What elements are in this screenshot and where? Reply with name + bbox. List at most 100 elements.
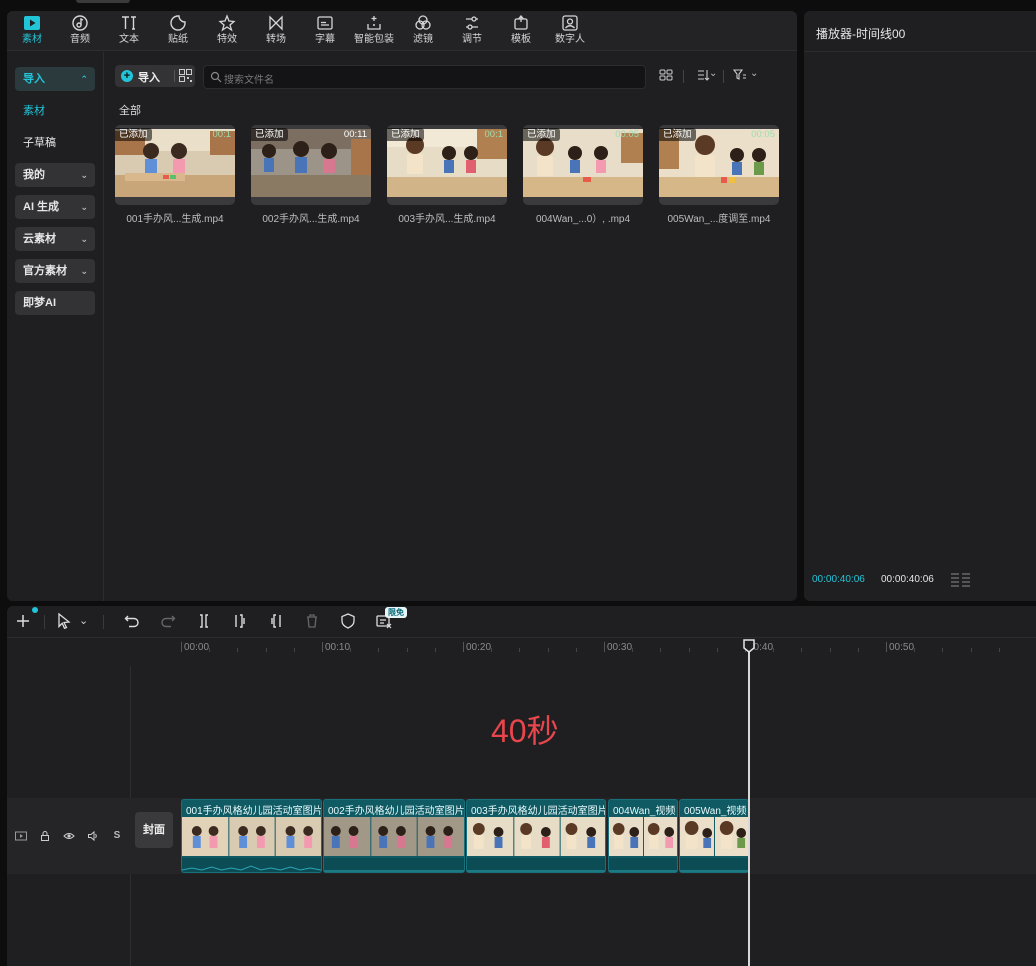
grid-view-icon xyxy=(659,69,673,81)
media-clip[interactable]: 已添加 00:11 002手办风...生成.mp4 xyxy=(251,125,371,225)
trim-left-button[interactable] xyxy=(231,612,251,632)
time-ruler[interactable]: 00:00 00:10 00:20 00:30 00:40 00:50 xyxy=(179,638,1036,662)
search-icon xyxy=(210,71,222,83)
transition-icon xyxy=(251,14,301,32)
sidebar-item-jimeng-ai[interactable]: 即梦AI xyxy=(15,291,95,315)
shield-icon xyxy=(341,613,355,629)
added-badge: 已添加 xyxy=(115,128,152,141)
media-clip[interactable]: 已添加 00:1 001手办风...生成.mp4 xyxy=(115,125,235,225)
media-clip[interactable]: 已添加 00:1 003手办风...生成.mp4 xyxy=(387,125,507,225)
ruler-tick xyxy=(604,642,605,652)
tool-caption[interactable]: 字幕 xyxy=(300,14,350,48)
tool-template[interactable]: 模板 xyxy=(496,14,546,48)
sidebar-item-cloud[interactable]: 云素材 ⌄ xyxy=(15,227,95,251)
tool-effects[interactable]: 特效 xyxy=(202,14,252,48)
sidebar-item-material[interactable]: 素材 xyxy=(15,99,95,123)
clip-duration: 00:1 xyxy=(212,129,232,140)
timeline-clip[interactable]: 003手办风格幼儿园活动室图片 xyxy=(466,799,606,873)
delete-button[interactable] xyxy=(303,612,323,632)
ruler-minor-tick xyxy=(519,648,521,652)
trim-left-icon xyxy=(235,614,245,628)
select-tool-button[interactable] xyxy=(55,612,75,632)
sidebar-item-subdraft[interactable]: 子草稿 xyxy=(15,131,95,155)
filter-icon xyxy=(398,14,448,32)
timeline-panel: ⌄ 限免 00:00 00:10 00:20 00:30 00:40 00:50 40秒 xyxy=(7,606,1036,966)
split-button[interactable] xyxy=(195,612,215,632)
clip-thumbnail[interactable]: 已添加 00:1 xyxy=(115,125,235,205)
sort-button[interactable]: ⌄ xyxy=(692,68,717,84)
tool-text[interactable]: 文本 xyxy=(104,14,154,48)
volume-icon[interactable] xyxy=(87,830,99,842)
sidebar-item-import[interactable]: 导入 ⌃ xyxy=(15,67,95,91)
solo-icon[interactable]: S xyxy=(111,830,123,842)
tab-hint[interactable] xyxy=(76,0,130,3)
chevron-up-icon: ⌃ xyxy=(80,74,88,84)
clip-duration: 00:05 xyxy=(751,129,775,140)
qr-code-icon[interactable] xyxy=(179,69,192,82)
clip-thumbnail[interactable]: 已添加 00:05 xyxy=(659,125,779,205)
clip-filmstrip xyxy=(324,817,464,856)
media-icon xyxy=(7,14,57,32)
undo-icon xyxy=(124,615,139,628)
trim-right-button[interactable] xyxy=(267,612,287,632)
timeline-clip[interactable]: 005Wan_视频 xyxy=(679,799,749,873)
tool-audio[interactable]: 音频 xyxy=(55,14,105,48)
ruler-minor-tick xyxy=(293,648,295,652)
tool-adjust[interactable]: 调节 xyxy=(447,14,497,48)
divider xyxy=(44,615,45,629)
sidebar-item-official[interactable]: 官方素材 ⌄ xyxy=(15,259,95,283)
import-button[interactable]: + 导入 xyxy=(115,65,195,87)
audio-waveform xyxy=(182,858,321,872)
tool-filter[interactable]: 滤镜 xyxy=(398,14,448,48)
divider xyxy=(804,51,1036,52)
chevron-down-icon: ⌄ xyxy=(80,170,88,180)
timeline-clip[interactable]: 002手办风格幼儿园活动室图片 xyxy=(323,799,465,873)
timeline-clip[interactable]: 001手办风格幼儿园活动室图片 xyxy=(181,799,322,873)
playhead[interactable] xyxy=(748,646,750,966)
ruler-tick xyxy=(322,642,323,652)
ruler-label: 00:20 xyxy=(466,642,492,653)
waveform-icon[interactable] xyxy=(950,571,972,589)
split-icon xyxy=(200,614,208,628)
media-panel: 素材 音频 文本 贴纸 特效 转场 字幕 智能包装 滤镜 调节 模板 数字人 导… xyxy=(7,11,797,601)
playhead-handle[interactable] xyxy=(743,639,755,653)
filter-button[interactable]: ⌄ xyxy=(732,68,758,84)
lock-icon[interactable] xyxy=(39,830,51,842)
ruler-minor-tick xyxy=(914,648,916,652)
tool-transition[interactable]: 转场 xyxy=(251,14,301,48)
audio-waveform xyxy=(467,858,605,872)
sidebar-item-ai-generate[interactable]: AI 生成 ⌄ xyxy=(15,195,95,219)
clip-thumbnail[interactable]: 已添加 00:11 xyxy=(251,125,371,205)
player-panel: 播放器-时间线00 00:00:40:06 00:00:40:06 xyxy=(804,11,1036,601)
tool-smart-pack[interactable]: 智能包装 xyxy=(349,14,399,48)
ruler-label: 00:00 xyxy=(184,642,210,653)
adjust-icon xyxy=(447,14,497,32)
funnel-icon xyxy=(732,69,746,80)
tool-sticker[interactable]: 贴纸 xyxy=(153,14,203,48)
ruler-minor-tick xyxy=(857,648,859,652)
media-clip[interactable]: 已添加 00:05 005Wan_...度调至.mp4 xyxy=(659,125,779,225)
tool-media[interactable]: 素材 xyxy=(7,14,57,48)
chevron-down-icon[interactable]: ⌄ xyxy=(79,614,99,634)
plus-icon: + xyxy=(121,70,133,82)
clip-thumbnail[interactable]: 已添加 00:05 xyxy=(523,125,643,205)
duration-overlay-text: 40秒 xyxy=(491,713,559,749)
sidebar-item-mine[interactable]: 我的 ⌄ xyxy=(15,163,95,187)
grid-view-toggle[interactable] xyxy=(659,68,673,84)
clip-thumbnail[interactable]: 已添加 00:1 xyxy=(387,125,507,205)
marker-button[interactable] xyxy=(339,612,359,632)
eye-icon[interactable] xyxy=(63,830,75,842)
track-video-icon[interactable] xyxy=(15,830,27,842)
undo-button[interactable] xyxy=(123,612,143,632)
ruler-minor-tick xyxy=(209,648,211,652)
redo-button[interactable] xyxy=(159,612,179,632)
audio-waveform xyxy=(680,858,748,872)
add-track-button[interactable] xyxy=(14,607,38,632)
search-input[interactable]: 搜索文件名 xyxy=(203,65,646,89)
tool-avatar[interactable]: 数字人 xyxy=(545,14,595,48)
clip-filename: 002手办风...生成.mp4 xyxy=(262,214,360,225)
player-title: 播放器-时间线00 xyxy=(816,27,906,41)
cover-button[interactable]: 封面 xyxy=(135,812,173,848)
media-clip[interactable]: 已添加 00:05 004Wan_...0）, .mp4 xyxy=(523,125,643,225)
timeline-clip[interactable]: 004Wan_视频 xyxy=(608,799,678,873)
